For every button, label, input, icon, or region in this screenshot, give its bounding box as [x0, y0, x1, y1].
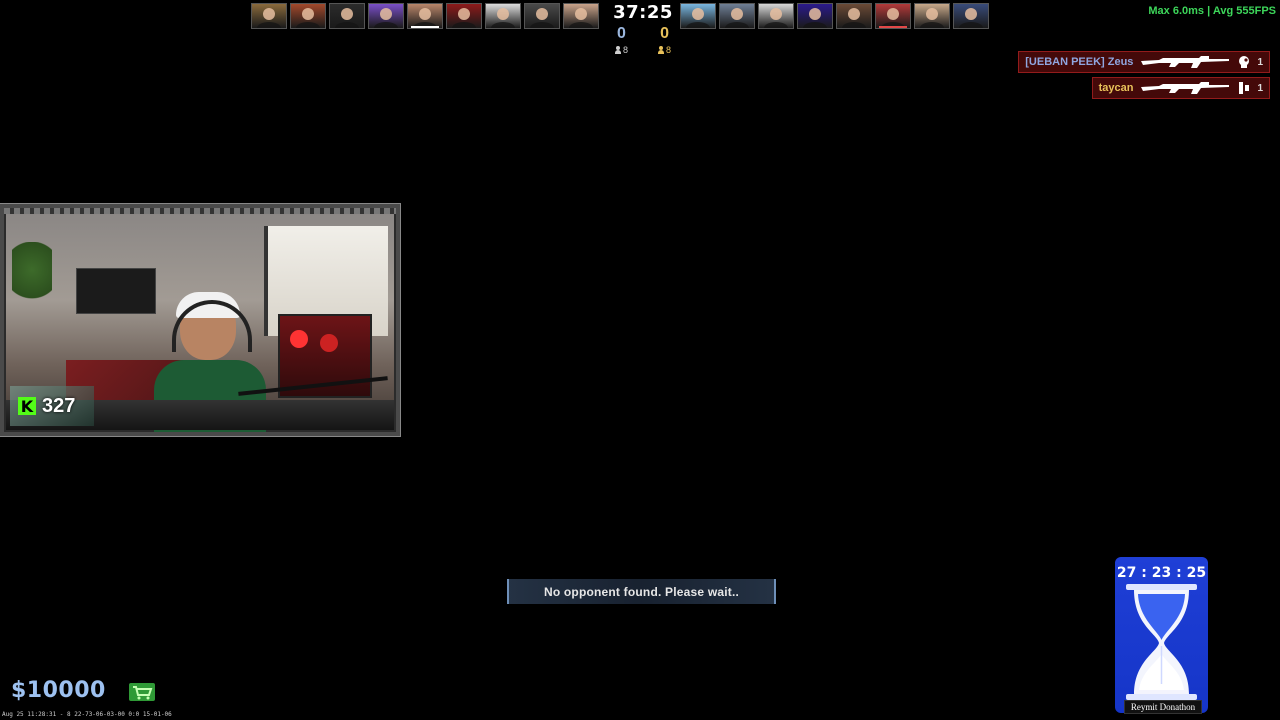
ct-score: 0: [617, 25, 626, 42]
avatar-face: [926, 8, 938, 20]
netgraph-readout: Max 6.0ms | Avg 555FPS: [1148, 5, 1276, 17]
killfeed-killer: [UEBAN PEEK] Zeus: [1025, 56, 1134, 68]
ct-player-avatar: [407, 3, 443, 29]
alive-count-row: 8 8: [608, 45, 678, 55]
player-money: $10000: [11, 678, 106, 703]
buy-zone-icon: [129, 683, 155, 701]
matchmaking-notice: No opponent found. Please wait..: [507, 579, 776, 604]
avatar-face: [263, 8, 275, 20]
avatar-face: [575, 8, 587, 20]
footer-debug-text: Aug 25 11:28:31 - 8 22-73-06-03-00 0:0 1…: [2, 711, 172, 718]
ct-player-avatar: [563, 3, 599, 29]
t-player-avatar: [836, 3, 872, 29]
ct-player-avatar: [251, 3, 287, 29]
ct-alive-value: 8: [623, 45, 629, 55]
player-icon: [615, 46, 621, 54]
hourglass-icon: [1126, 584, 1197, 700]
killfeed-count: 1: [1257, 56, 1263, 68]
avatar-face: [536, 8, 548, 20]
avatar-face: [497, 8, 509, 20]
player-icon: [657, 46, 664, 54]
avatar-face: [692, 8, 704, 20]
webcam-plant: [12, 242, 52, 312]
ct-player-avatar: [368, 3, 404, 29]
t-player-avatar: [680, 3, 716, 29]
kick-logo-icon: K: [18, 397, 36, 416]
t-player-avatar: [758, 3, 794, 29]
killfeed-count: 1: [1257, 82, 1263, 94]
avatar-highlight: [411, 26, 439, 28]
avatar-face: [380, 8, 392, 20]
wallbang-icon: [1239, 82, 1250, 94]
viewer-count-badge: K 327: [10, 386, 94, 426]
donathon-label: Reymit Donathon: [1124, 700, 1202, 714]
ct-player-avatar: [329, 3, 365, 29]
killfeed-killer: taycan: [1098, 82, 1134, 94]
ct-player-avatar: [446, 3, 482, 29]
killfeed: [UEBAN PEEK] Zeus 1 taycan 1: [1018, 51, 1270, 99]
avatar-face: [341, 8, 353, 20]
scoreboard-center: 37:25 0 0 8 8: [608, 2, 678, 55]
score-row: 0 0: [608, 25, 678, 43]
webcam-tv: [76, 268, 156, 314]
headshot-icon: [1239, 56, 1250, 68]
avatar-face: [965, 8, 977, 20]
ct-alive-count: 8: [615, 45, 628, 55]
killfeed-entry: [UEBAN PEEK] Zeus 1: [1018, 51, 1270, 73]
t-player-avatar: [875, 3, 911, 29]
avatar-face: [419, 8, 431, 20]
t-player-avatar: [797, 3, 833, 29]
ct-player-avatar: [290, 3, 326, 29]
ct-team-avatars: [251, 3, 599, 29]
ct-player-avatar: [524, 3, 560, 29]
t-team-avatars: [680, 3, 989, 29]
killfeed-entry: taycan 1: [1091, 77, 1270, 99]
avatar-face: [770, 8, 782, 20]
subathon-timer-panel: 27 : 23 : 25: [1115, 557, 1208, 713]
avatar-face: [731, 8, 743, 20]
t-alive-value: 8: [665, 45, 671, 55]
t-player-avatar: [953, 3, 989, 29]
avatar-face: [848, 8, 860, 20]
game-screen: 37:25 0 0 8 8 Max 6.0ms | Avg 555FPS [UE…: [0, 0, 1280, 720]
ak47-icon: [1141, 82, 1230, 94]
round-timer: 37:25: [613, 2, 673, 23]
viewer-count: 327: [42, 394, 76, 417]
avatar-face: [809, 8, 821, 20]
avatar-highlight: [879, 26, 907, 28]
avatar-face: [302, 8, 314, 20]
t-alive-count: 8: [657, 45, 671, 55]
t-player-avatar: [914, 3, 950, 29]
ct-player-avatar: [485, 3, 521, 29]
t-player-avatar: [719, 3, 755, 29]
t-score: 0: [660, 25, 669, 42]
subathon-timer: 27 : 23 : 25: [1116, 565, 1207, 581]
avatar-face: [458, 8, 470, 20]
ak47-icon: [1141, 56, 1230, 68]
avatar-face: [887, 8, 899, 20]
